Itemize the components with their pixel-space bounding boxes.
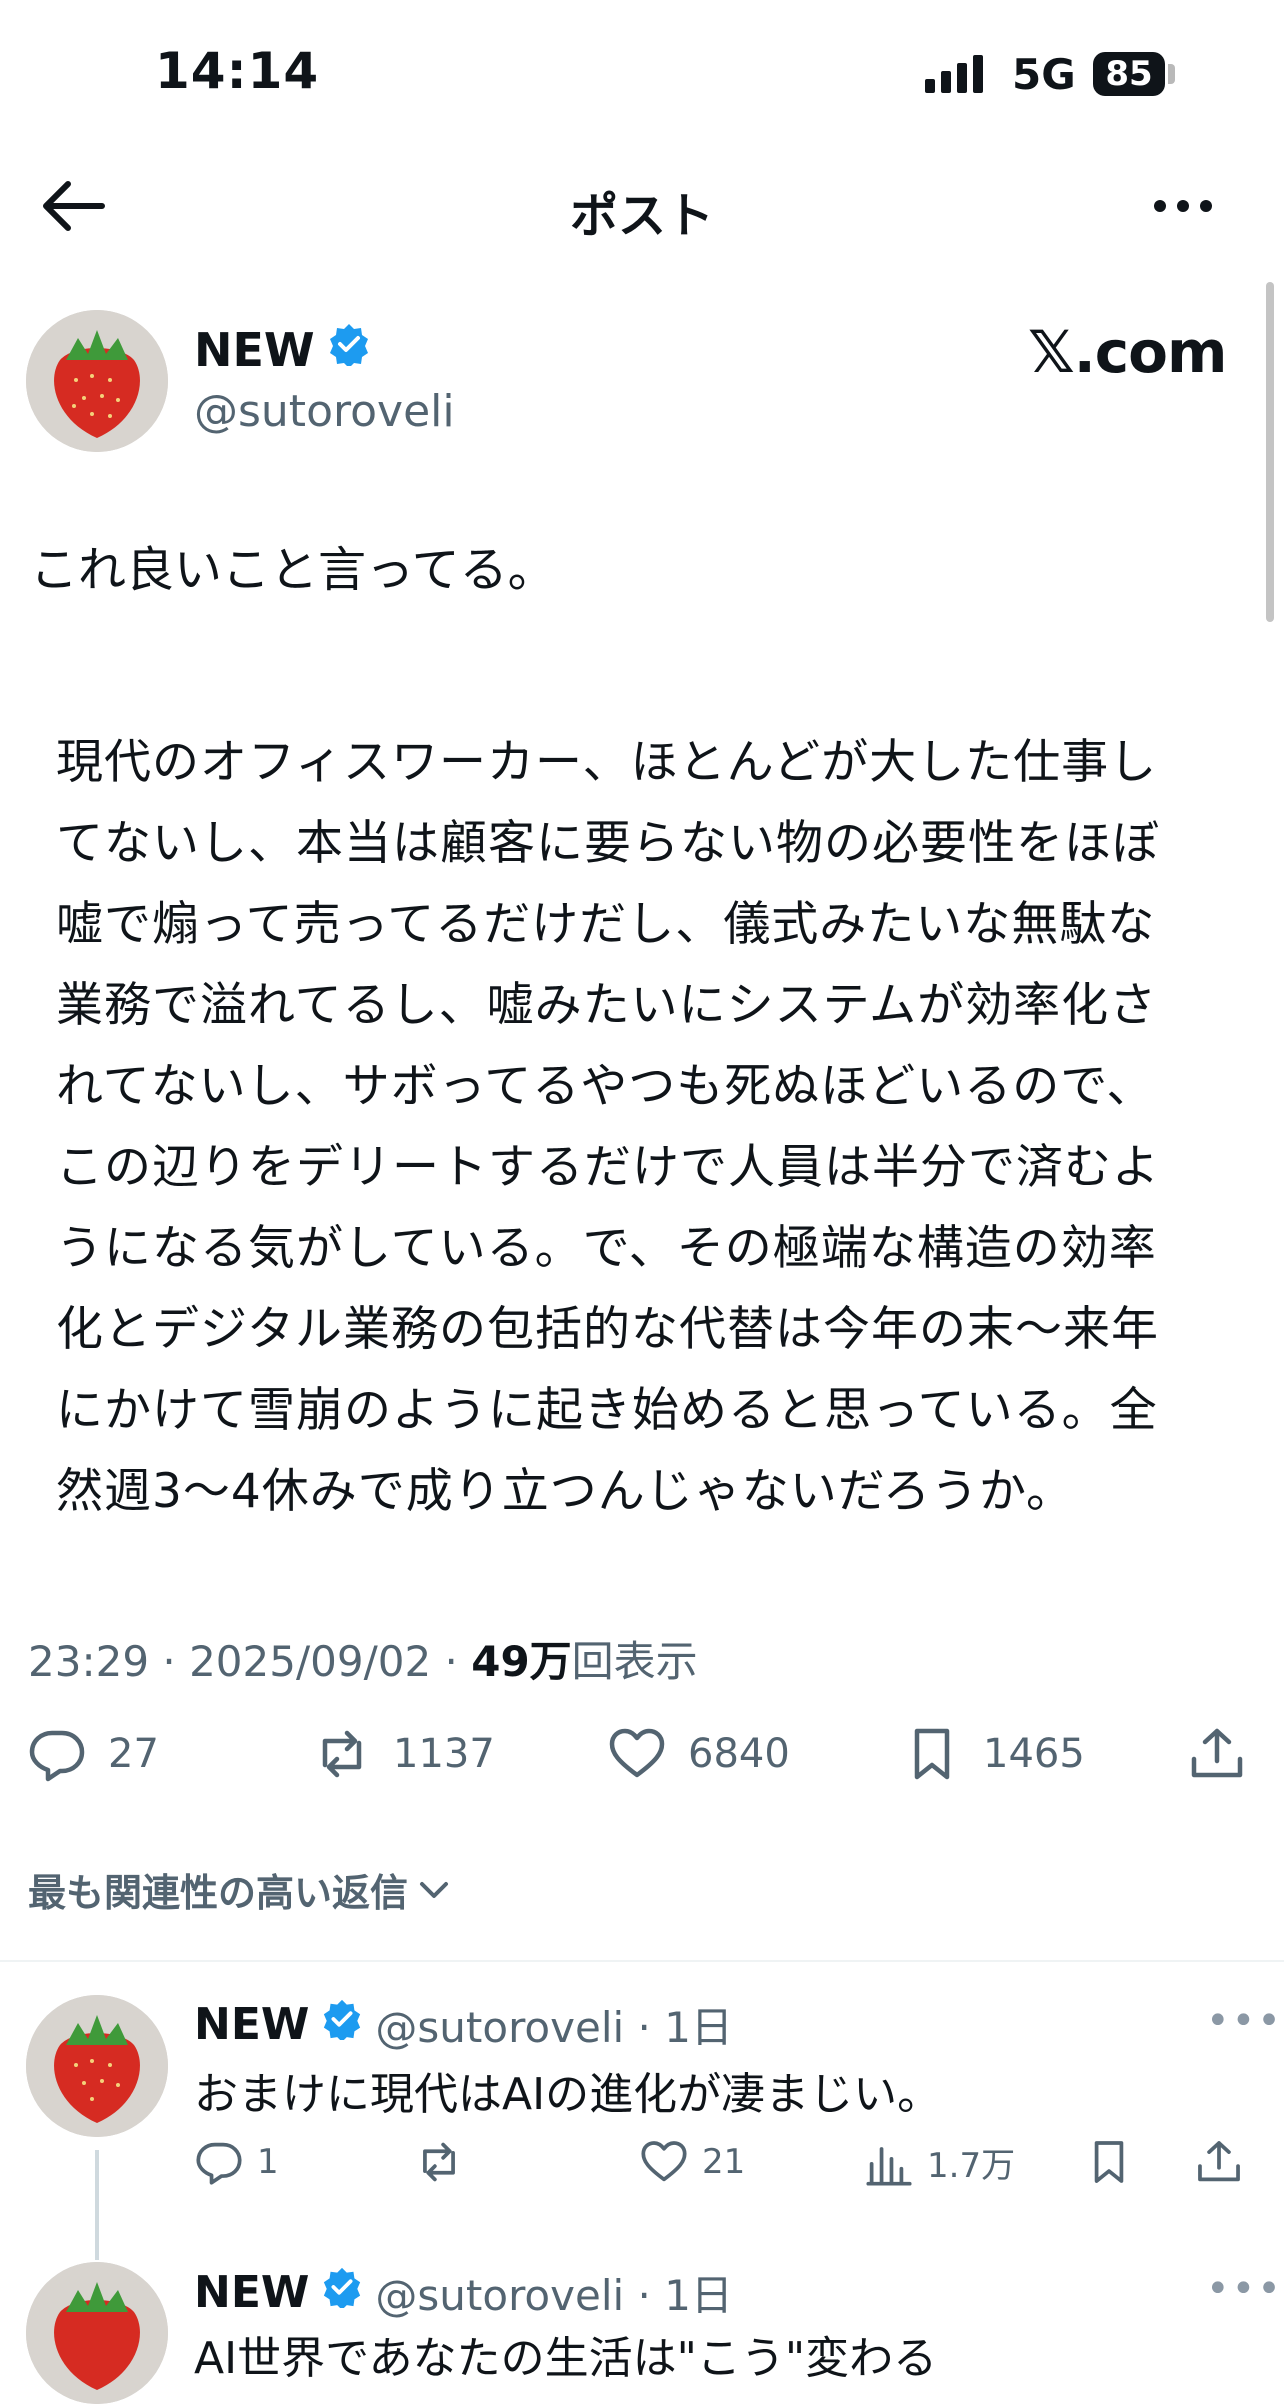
reply-author-name[interactable]: NEW (194, 2267, 309, 2318)
verified-badge-icon (321, 1998, 363, 2051)
more-icon[interactable] (1148, 186, 1218, 226)
quote-line: 嘘で煽って売ってるだけだし、儀式みたいな無駄な (56, 897, 1156, 952)
reply-handle-time[interactable]: @sutoroveli · 1日 (375, 2262, 733, 2323)
reply-button[interactable]: 27 (28, 1725, 159, 1783)
bookmark-button[interactable]: 1465 (903, 1725, 1085, 1783)
post-time: 23:29 · 2025/09/02 · (28, 1637, 472, 1686)
replies-sort-label: 最も関連性の高い返信 (28, 1871, 409, 1915)
chevron-down-icon (420, 1881, 449, 1898)
post-meta: 23:29 · 2025/09/02 · 49万回表示 (28, 1628, 698, 1689)
reply-author-name[interactable]: NEW (194, 1999, 309, 2050)
quote-line: にかけて雪崩のように起き始めると思っている。全 (56, 1383, 1158, 1438)
like-count: 21 (702, 2142, 746, 2182)
network-type: 5G (1012, 50, 1076, 99)
thread-line (95, 2150, 99, 2260)
quote-line: うになる気がしている。で、その極端な構造の効率 (56, 1221, 1157, 1276)
share-icon (1198, 2141, 1240, 2182)
source-badge: 𝕏.com (1028, 318, 1227, 386)
reply-icon (29, 1730, 85, 1782)
verified-badge-icon (321, 2266, 363, 2319)
repost-icon (322, 1730, 362, 1778)
reply-actions: 1 21 1.7万 (195, 2138, 1265, 2198)
like-icon (641, 2141, 687, 2182)
post-actions: 27 1137 6840 1465 (28, 1725, 1258, 1795)
page-title: ポスト (569, 188, 714, 244)
like-button[interactable]: 6840 (608, 1725, 790, 1783)
views-count: 1.7万 (927, 2146, 1016, 2186)
views-icon (866, 2146, 912, 2186)
views-count: 49万 (471, 1637, 572, 1686)
quote-line: 然週3〜4休みで成り立つんじゃないだろうか。 (56, 1464, 1075, 1519)
quote-line: この辺りをデリートするだけで人員は半分で済むよ (56, 1140, 1160, 1195)
repost-count: 1137 (393, 1731, 495, 1777)
reply-more-icon[interactable]: ••• (1206, 2266, 1283, 2312)
quote-line: 業務で溢れてるし、嘘みたいにシステムが効率化さ (56, 978, 1158, 1033)
divider (0, 1960, 1284, 1962)
author-name-row[interactable]: NEW (194, 322, 371, 377)
reply-avatar[interactable] (26, 2262, 168, 2404)
reply-avatar[interactable] (26, 1995, 168, 2137)
repost-button[interactable]: 1137 (313, 1725, 495, 1783)
reply-button[interactable]: 1 (195, 2138, 279, 2186)
reply-count: 1 (257, 2142, 279, 2182)
author-handle[interactable]: @sutoroveli (194, 386, 455, 437)
like-icon (609, 1728, 665, 1778)
reply-text: AI世界であなたの生活は"こう"変わる (194, 2333, 938, 2384)
replies-sort-dropdown[interactable]: 最も関連性の高い返信 (28, 1862, 454, 1917)
repost-button[interactable] (415, 2138, 477, 2186)
status-time: 14:14 (155, 42, 320, 100)
reply-more-icon[interactable]: ••• (1206, 1998, 1283, 2044)
battery-tip (1168, 64, 1175, 84)
reply-header[interactable]: NEW @sutoroveli · 1日 (194, 2262, 733, 2323)
post-intro-text: これ良いこと言ってる。 (30, 542, 556, 598)
reply-icon (196, 2142, 242, 2185)
battery-icon: 85 (1093, 52, 1165, 96)
quote-line: 化とデジタル業務の包括的な代替は今年の末〜来年 (56, 1302, 1160, 1357)
bookmark-count: 1465 (983, 1731, 1085, 1777)
repost-icon (423, 2142, 455, 2182)
reply-count: 27 (108, 1731, 159, 1777)
signal-icon (925, 55, 983, 93)
reply-text: おまけに現代はAIの進化が凄まじい。 (194, 2069, 942, 2120)
verified-badge-icon (327, 322, 371, 377)
reply-header[interactable]: NEW @sutoroveli · 1日 (194, 1994, 733, 2055)
post-quote-text: 現代のオフィスワーカー、ほとんどが大した仕事し てないし、本当は顧客に要らない物… (56, 722, 1236, 1532)
bookmark-icon (1094, 2141, 1124, 2183)
reply-handle-time[interactable]: @sutoroveli · 1日 (375, 1994, 733, 2055)
share-button[interactable] (1188, 1725, 1246, 1783)
quote-line: れてないし、サボってるやつも死ぬほどいるので、 (56, 1059, 1155, 1114)
like-count: 6840 (688, 1731, 790, 1777)
share-button[interactable] (1195, 2138, 1243, 2186)
share-icon (1191, 1728, 1243, 1778)
avatar[interactable] (26, 310, 168, 452)
author-name[interactable]: NEW (194, 323, 315, 377)
bookmark-icon (914, 1728, 950, 1780)
quote-line: てないし、本当は顧客に要らない物の必要性をほぼ (56, 816, 1160, 871)
scrollbar[interactable] (1266, 282, 1274, 622)
like-button[interactable]: 21 (640, 2138, 745, 2186)
views-label: 回表示 (571, 1637, 698, 1686)
quote-line: 現代のオフィスワーカー、ほとんどが大した仕事し (56, 735, 1158, 790)
views-button[interactable]: 1.7万 (865, 2138, 1015, 2187)
bookmark-button[interactable] (1085, 2138, 1133, 2186)
